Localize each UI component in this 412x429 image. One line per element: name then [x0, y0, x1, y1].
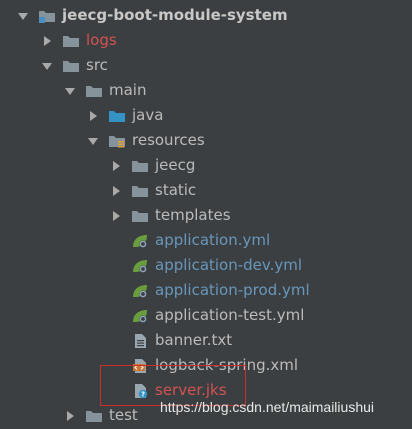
source-folder-icon — [108, 108, 126, 124]
tree-item-application-dev-yml[interactable]: application-dev.yml — [0, 253, 412, 278]
tree-item-application-yml[interactable]: application.yml — [0, 228, 412, 253]
chevron-down-icon[interactable] — [17, 10, 29, 22]
tree-item-label: application.yml — [155, 231, 271, 249]
resources-folder-icon — [108, 133, 126, 149]
tree-item-label: test — [109, 406, 138, 424]
tree-item-templates[interactable]: templates — [0, 203, 412, 228]
tree-item-label: java — [132, 106, 164, 124]
tree-item-label: static — [155, 181, 197, 199]
project-tree: jeecg-boot-module-system logs src main j… — [0, 0, 412, 429]
spring-config-icon — [131, 283, 149, 299]
watermark: https://blog.csdn.net/maimailiushui — [160, 399, 374, 415]
folder-icon — [131, 183, 149, 199]
folder-icon — [131, 158, 149, 174]
folder-icon — [62, 33, 80, 49]
tree-item-label: templates — [155, 206, 231, 224]
tree-item-label: logs — [86, 31, 117, 49]
tree-item-label: application-prod.yml — [155, 281, 310, 299]
tree-item-label: jeecg-boot-module-system — [62, 6, 288, 24]
tree-item-banner-txt[interactable]: banner.txt — [0, 328, 412, 353]
tree-item-module-root[interactable]: jeecg-boot-module-system — [0, 3, 412, 28]
text-file-icon — [131, 333, 149, 349]
chevron-right-icon[interactable] — [110, 185, 122, 197]
tree-item-logs[interactable]: logs — [0, 28, 412, 53]
tree-item-application-prod-yml[interactable]: application-prod.yml — [0, 278, 412, 303]
tree-item-application-test-yml[interactable]: application-test.yml — [0, 303, 412, 328]
tree-item-resources[interactable]: resources — [0, 128, 412, 153]
chevron-right-icon[interactable] — [110, 210, 122, 222]
tree-item-label: application-dev.yml — [155, 256, 303, 274]
chevron-down-icon[interactable] — [87, 135, 99, 147]
folder-icon — [131, 208, 149, 224]
tree-item-jeecg[interactable]: jeecg — [0, 153, 412, 178]
tree-item-main[interactable]: main — [0, 78, 412, 103]
tree-item-label: src — [86, 56, 108, 74]
chevron-right-icon[interactable] — [87, 110, 99, 122]
tree-item-label: application-test.yml — [155, 306, 305, 324]
chevron-down-icon[interactable] — [64, 85, 76, 97]
spring-config-icon — [131, 308, 149, 324]
chevron-down-icon[interactable] — [41, 60, 53, 72]
module-folder-icon — [38, 8, 56, 24]
tree-item-java[interactable]: java — [0, 103, 412, 128]
folder-icon — [62, 58, 80, 74]
tree-item-label: resources — [132, 131, 205, 149]
chevron-right-icon[interactable] — [110, 160, 122, 172]
folder-icon — [85, 83, 103, 99]
spring-config-icon — [131, 258, 149, 274]
chevron-right-icon[interactable] — [64, 410, 76, 422]
tree-item-static[interactable]: static — [0, 178, 412, 203]
tree-item-label: main — [109, 81, 147, 99]
tree-item-label: banner.txt — [155, 331, 233, 349]
spring-config-icon — [131, 233, 149, 249]
tree-item-label: jeecg — [155, 156, 196, 174]
folder-icon — [85, 408, 103, 424]
tree-item-src[interactable]: src — [0, 53, 412, 78]
chevron-right-icon[interactable] — [41, 35, 53, 47]
